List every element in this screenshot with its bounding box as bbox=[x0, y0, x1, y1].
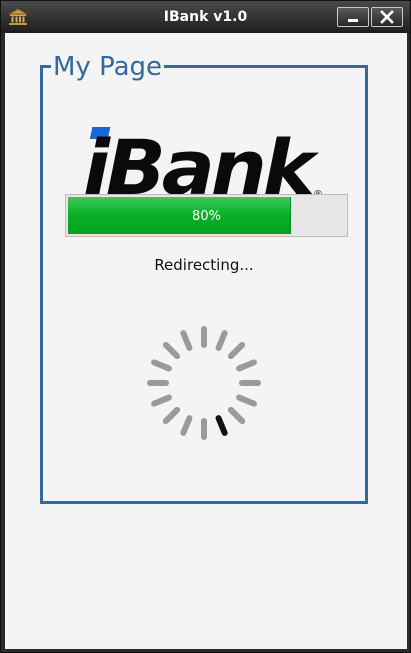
my-page-group: My Page iBank ® 80% Redirecting... bbox=[40, 51, 368, 504]
loading-spinner-icon bbox=[147, 326, 261, 440]
spinner-segment bbox=[236, 394, 257, 407]
minimize-icon bbox=[348, 19, 358, 22]
ibank-logo: iBank ® bbox=[83, 124, 324, 204]
spinner-segment bbox=[180, 330, 193, 351]
spinner-segment bbox=[151, 359, 172, 372]
progress-percentage: 80% bbox=[192, 209, 221, 224]
title-bar[interactable]: IBank v1.0 bbox=[1, 1, 410, 33]
spinner-segment bbox=[162, 406, 181, 425]
spinner-segment bbox=[162, 341, 181, 360]
logo-wordmark: iBank bbox=[83, 124, 320, 204]
status-text: Redirecting... bbox=[154, 256, 254, 274]
minimize-button[interactable] bbox=[337, 7, 369, 27]
spinner-active-segment bbox=[215, 415, 228, 436]
spinner-segment bbox=[236, 359, 257, 372]
group-legend: My Page bbox=[51, 51, 165, 83]
spinner-segment bbox=[227, 406, 246, 425]
close-button[interactable] bbox=[371, 7, 403, 27]
spinner-segment bbox=[227, 341, 246, 360]
spinner-segment bbox=[180, 415, 193, 436]
spinner-segment bbox=[151, 394, 172, 407]
app-window: IBank v1.0 My Page iBank ® 80% bbox=[0, 0, 411, 653]
spinner-segment bbox=[215, 330, 228, 351]
window-content: My Page iBank ® 80% Redirecting... bbox=[5, 33, 407, 649]
progress-track: 80% bbox=[68, 197, 345, 234]
progress-bar: 80% bbox=[65, 194, 348, 237]
close-icon bbox=[380, 10, 394, 24]
